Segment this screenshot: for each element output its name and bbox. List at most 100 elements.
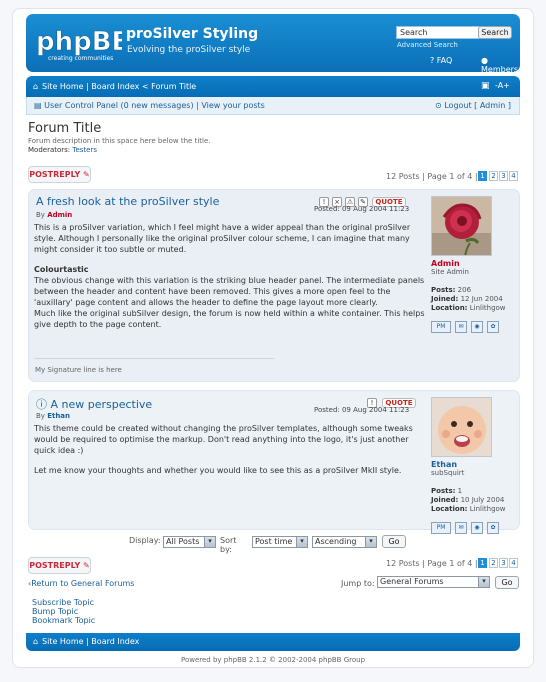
forum-title: Forum Title [28, 121, 102, 136]
jump-go-button[interactable]: Go [495, 576, 519, 589]
logout-icon: ⊙ [434, 101, 442, 110]
post-1: A fresh look at the proSilver style By A… [28, 189, 520, 382]
page-1-link[interactable]: 1 [478, 558, 487, 568]
sort-select[interactable]: Post time ▾ [252, 536, 308, 548]
joined-label: Joined: [431, 496, 459, 504]
breadcrumb-bar: ⌂ Site Home | Board Index < Forum Title … [26, 76, 520, 97]
messenger-icon[interactable]: ✿ [487, 321, 499, 333]
subscribe-topic-link[interactable]: Subscribe Topic [32, 598, 95, 607]
post-body: This is a proSilver variation, which I f… [34, 222, 429, 330]
joined-date: 12 Jun 2004 [460, 295, 503, 303]
jump-to-select[interactable]: General Forums ▾ [377, 576, 490, 588]
footer-breadcrumb[interactable]: Site Home | Board Index [42, 637, 139, 646]
forum-description: Forum description in this space here bel… [28, 137, 211, 145]
posts-label: Posts: [431, 487, 456, 495]
posts-count: 206 [457, 286, 472, 294]
user-links: ▤ User Control Panel (0 new messages) | … [34, 101, 265, 110]
sort-value: Post time [255, 537, 293, 546]
search-input[interactable]: Search [396, 26, 490, 39]
page-3-link[interactable]: 3 [499, 558, 508, 568]
contact-icons: PM ✉ ◉ ✿ [431, 522, 517, 534]
post-reply-button-bottom[interactable]: POSTREPLY ✎ [28, 557, 91, 574]
go-button[interactable]: Go [382, 535, 406, 548]
profile-location: Location: Linlithgow [431, 304, 517, 313]
messages-link[interactable]: (0 new messages) [120, 101, 193, 110]
chevron-down-icon: ▾ [296, 537, 307, 547]
moderators-label: Moderators: [28, 146, 71, 154]
email-icon[interactable]: ✉ [455, 321, 467, 333]
pm-icon[interactable]: PM [431, 522, 451, 534]
bookmark-topic-link[interactable]: Bookmark Topic [32, 616, 95, 625]
moderators: Moderators: Testers [28, 146, 97, 154]
topic-links: Subscribe Topic Bump Topic Bookmark Topi… [32, 598, 95, 625]
ucp-link[interactable]: User Control Panel [44, 101, 118, 110]
phpbb-logo[interactable]: phpBB creating communities [34, 22, 132, 62]
profile-name[interactable]: Ethan [431, 460, 517, 469]
location-value: Linlithgow [469, 304, 506, 312]
author-profile: Ethan subSquirt Posts: 1 Joined: 10 July… [431, 397, 517, 534]
members-link[interactable]: ● Members [481, 56, 520, 74]
page-4-link[interactable]: 4 [509, 171, 518, 181]
post-author[interactable]: Admin [47, 211, 72, 219]
pm-icon[interactable]: PM [431, 321, 451, 333]
profile-posts: Posts: 1 [431, 487, 517, 496]
post-author-line: By Ethan [36, 412, 70, 420]
post-author[interactable]: Ethan [47, 412, 70, 420]
search-button[interactable]: Search [478, 26, 512, 39]
site-title: proSilver Styling [126, 26, 259, 42]
profile-posts: Posts: 206 [431, 286, 517, 295]
post-title[interactable]: A fresh look at the proSilver style [36, 195, 219, 208]
profile-location: Location: Linlithgow [431, 505, 517, 514]
by-label: By [36, 412, 45, 420]
author-profile: Admin Site Admin Posts: 206 Joined: 12 J… [431, 196, 517, 333]
logout-label: Logout [ Admin ] [444, 101, 511, 110]
location-label: Location: [431, 304, 468, 312]
profile-joined: Joined: 10 July 2004 [431, 496, 517, 505]
print-icon[interactable]: ▣ [481, 81, 490, 91]
website-icon[interactable]: ◉ [471, 522, 483, 534]
page-2-link[interactable]: 2 [489, 558, 498, 568]
post-reply-button[interactable]: POSTREPLY ✎ [28, 166, 91, 183]
breadcrumb[interactable]: Site Home | Board Index < Forum Title [42, 82, 196, 91]
return-label: Return to General Forums [31, 579, 135, 588]
display-label: Display: [129, 536, 161, 545]
view-posts-link[interactable]: View your posts [201, 101, 265, 110]
font-size-control[interactable]: -A+ [495, 81, 510, 90]
email-icon[interactable]: ✉ [455, 522, 467, 534]
post-date: Posted: 09 Aug 2004 11:23 [314, 205, 410, 213]
ucp-icon: ▤ [34, 101, 42, 110]
moderators-link[interactable]: Testers [72, 146, 97, 154]
display-select[interactable]: All Posts ▾ [163, 536, 216, 548]
page-4-link[interactable]: 4 [509, 558, 518, 568]
return-link[interactable]: ‹Return to General Forums [28, 579, 134, 588]
jump-to-label: Jump to: [341, 579, 375, 588]
messenger-icon[interactable]: ✿ [487, 522, 499, 534]
page-3-link[interactable]: 3 [499, 171, 508, 181]
post-title[interactable]: ⓘ A new perspective [36, 396, 152, 412]
logout-link[interactable]: ⊙ Logout [ Admin ] [435, 101, 511, 110]
profile-rank: subSquirt [431, 469, 465, 477]
post-reply-label: POSTREPLY [29, 561, 81, 570]
pagination-info: 12 Posts | Page 1 of 4 | [386, 172, 478, 181]
page-1-link[interactable]: 1 [478, 171, 487, 181]
post-date: Posted: 09 Aug 2004 11:23 [314, 406, 410, 414]
author-avatar[interactable] [431, 196, 492, 256]
bump-topic-link[interactable]: Bump Topic [32, 607, 95, 616]
post-author-line: By Admin [36, 211, 72, 219]
faq-link[interactable]: ? FAQ [430, 56, 452, 65]
members-icon: ● [481, 56, 488, 65]
pencil-icon: ✎ [83, 561, 90, 570]
order-select[interactable]: Ascending ▾ [312, 536, 377, 548]
post-subheading: Colourtastic [34, 265, 89, 274]
profile-joined: Joined: 12 Jun 2004 [431, 295, 517, 304]
home-icon[interactable]: ⌂ [33, 637, 38, 646]
author-avatar[interactable] [431, 397, 492, 457]
user-bar: ▤ User Control Panel (0 new messages) | … [26, 97, 520, 115]
advanced-search-link[interactable]: Advanced Search [397, 41, 458, 49]
home-icon[interactable]: ⌂ [33, 82, 41, 91]
profile-name[interactable]: Admin [431, 259, 517, 268]
website-icon[interactable]: ◉ [471, 321, 483, 333]
post-2: ⓘ A new perspective By Ethan ! QUOTE Pos… [28, 390, 520, 534]
page-2-link[interactable]: 2 [489, 171, 498, 181]
signature: My Signature line is here [35, 366, 122, 374]
